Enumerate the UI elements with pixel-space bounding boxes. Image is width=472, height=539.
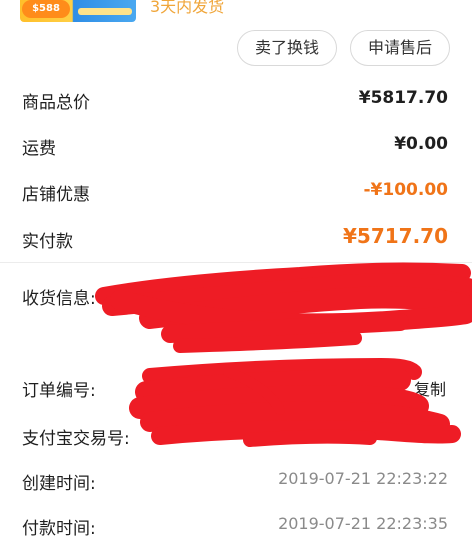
order-number-label: 订单编号: bbox=[22, 381, 96, 401]
store-discount-label: 店铺优惠 bbox=[22, 185, 90, 205]
shipping-fee-value: ¥0.00 bbox=[394, 134, 448, 154]
redaction-stroke bbox=[129, 385, 429, 419]
redaction-stroke bbox=[151, 420, 461, 445]
after-sale-button[interactable]: 申请售后 bbox=[350, 30, 450, 66]
shipping-fee-label: 运费 bbox=[22, 139, 56, 159]
paid-time-value: 2019-07-21 22:23:35 bbox=[278, 514, 448, 533]
goods-total-value: ¥5817.70 bbox=[358, 88, 448, 108]
order-detail-page: $588 3天内发货 卖了换钱 申请售后 商品总价 ¥5817.70 运费 ¥0… bbox=[0, 0, 472, 539]
redaction-scribble bbox=[95, 262, 472, 447]
resell-button[interactable]: 卖了换钱 bbox=[237, 30, 337, 66]
amount-paid-value: ¥5717.70 bbox=[342, 224, 448, 248]
alipay-trade-number-label: 支付宝交易号: bbox=[22, 429, 130, 449]
redaction-stroke bbox=[140, 401, 450, 434]
redaction-stroke bbox=[110, 290, 472, 334]
paid-time-label: 付款时间: bbox=[22, 519, 96, 539]
created-time-value: 2019-07-21 22:23:22 bbox=[278, 469, 448, 488]
amount-paid-label: 实付款 bbox=[22, 232, 73, 252]
goods-total-label: 商品总价 bbox=[22, 93, 90, 113]
redaction-stroke bbox=[173, 331, 362, 353]
thumbnail-price-badge: $588 bbox=[22, 0, 70, 18]
redaction-stroke bbox=[223, 367, 285, 415]
thumbnail-banner-stripe bbox=[78, 8, 132, 15]
redaction-stroke bbox=[95, 262, 471, 305]
redaction-stroke bbox=[139, 286, 472, 329]
redaction-stroke bbox=[102, 273, 472, 316]
store-discount-value: -¥100.00 bbox=[363, 180, 449, 200]
redaction-stroke bbox=[142, 358, 422, 384]
created-time-label: 创建时间: bbox=[22, 474, 96, 494]
copy-order-number-button[interactable]: 复制 bbox=[414, 376, 446, 400]
product-thumbnail[interactable]: $588 bbox=[20, 0, 136, 22]
section-divider bbox=[0, 262, 472, 263]
redaction-stroke bbox=[161, 313, 409, 343]
shipping-info-label: 收货信息: bbox=[22, 289, 96, 309]
delivery-note: 3天内发货 bbox=[150, 0, 225, 16]
redaction-stroke bbox=[135, 369, 411, 403]
redaction-stroke bbox=[243, 429, 377, 447]
